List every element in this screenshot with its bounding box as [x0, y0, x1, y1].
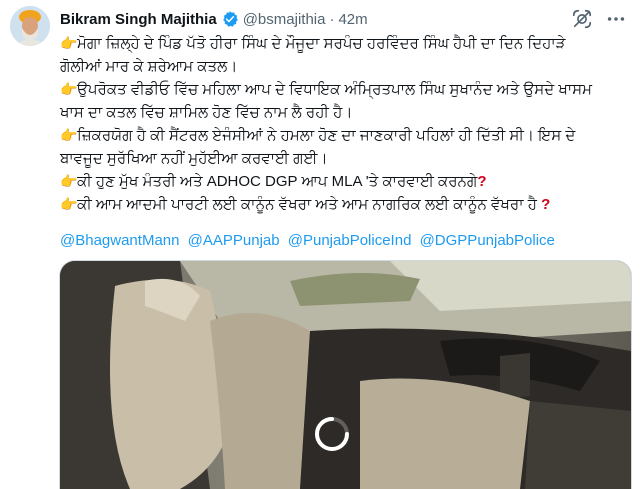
- red-question-mark-icon: ?: [477, 173, 487, 190]
- backhand-index-pointing-right-icon: 👉: [60, 81, 78, 97]
- tweet-line: 👉ਮੋਗਾ ਜ਼ਿਲ੍ਹੇ ਦੇ ਪਿੰਡ ਪੱਤੋ ਹੀਰਾ ਸਿੰਘ ਦੇ …: [60, 32, 630, 55]
- video-frame: [60, 261, 631, 489]
- tweet-line: 👉ਉਪਰੋਕਤ ਵੀਡੀਓ ਵਿੱਚ ਮਹਿਲਾ ਆਪ ਦੇ ਵਿਧਾਇਕ ਅੰ…: [60, 78, 630, 101]
- author-name[interactable]: Bikram Singh Majithia: [60, 11, 217, 28]
- mentions: @BhagwantMann @AAPPunjab @PunjabPoliceIn…: [60, 232, 559, 249]
- tweet-line: 👉ਕੀ ਹੁਣ ਮੁੱਖ ਮੰਤਰੀ ਅਤੇ ADHOC DGP ਆਪ MLA …: [60, 170, 630, 193]
- hide-tweet-icon[interactable]: [571, 8, 593, 30]
- video-player[interactable]: [59, 260, 632, 489]
- backhand-index-pointing-right-icon: 👉: [60, 127, 78, 143]
- backhand-index-pointing-right-icon: 👉: [60, 196, 78, 212]
- tweet-header: Bikram Singh Majithia @bsmajithia · 42m: [60, 9, 368, 29]
- verified-badge-icon: [221, 10, 239, 28]
- mention-link[interactable]: @AAPPunjab: [188, 232, 280, 249]
- tweet-line: 👉ਜ਼ਿਕਰਯੋਗ ਹੈ ਕੀ ਸੈਂਟਰਲ ਏਜੰਸੀਆਂ ਨੇ ਹਮਲਾ ਹ…: [60, 124, 630, 147]
- tweet-line: 👉ਕੀ ਆਮ ਆਦਮੀ ਪਾਰਟੀ ਲਈ ਕਾਨੂੰਨ ਵੱਖਰਾ ਅਤੇ ਆਮ…: [60, 193, 630, 216]
- backhand-index-pointing-right-icon: 👉: [60, 173, 78, 189]
- more-options-icon[interactable]: [605, 8, 627, 30]
- tweet-line: ਗੋਲੀਆਂ ਮਾਰ ਕੇ ਸ਼ਰੇਆਮ ਕਤਲ।: [60, 58, 238, 75]
- tweet-text: 👉ਮੋਗਾ ਜ਼ਿਲ੍ਹੇ ਦੇ ਪਿੰਡ ਪੱਤੋ ਹੀਰਾ ਸਿੰਘ ਦੇ …: [60, 32, 630, 216]
- tweet-timestamp[interactable]: 42m: [338, 11, 367, 28]
- backhand-index-pointing-right-icon: 👉: [60, 35, 78, 51]
- mention-link[interactable]: @BhagwantMann: [60, 232, 179, 249]
- mention-link[interactable]: @DGPPunjabPolice: [420, 232, 555, 249]
- header-actions: [571, 8, 627, 30]
- mention-link[interactable]: @PunjabPoliceInd: [288, 232, 412, 249]
- tweet[interactable]: Bikram Singh Majithia @bsmajithia · 42m: [0, 0, 641, 489]
- separator-dot: ·: [329, 10, 335, 28]
- tweet-line: ਬਾਵਜੂਦ ਸੁਰੱਖਿਆ ਨਹੀਂ ਮੁਹੱਈਆ ਕਰਵਾਈ ਗਈ।: [60, 150, 328, 167]
- tweet-line: ਖਾਸ ਦਾ ਕਤਲ ਵਿੱਚ ਸ਼ਾਮਿਲ ਹੋਣ ਵਿੱਚ ਨਾਮ ਲੈ ਰ…: [60, 104, 353, 121]
- loading-spinner-icon: [312, 414, 352, 454]
- author-handle[interactable]: @bsmajithia: [243, 11, 326, 28]
- red-question-mark-icon: ?: [541, 196, 551, 213]
- avatar[interactable]: [10, 6, 50, 46]
